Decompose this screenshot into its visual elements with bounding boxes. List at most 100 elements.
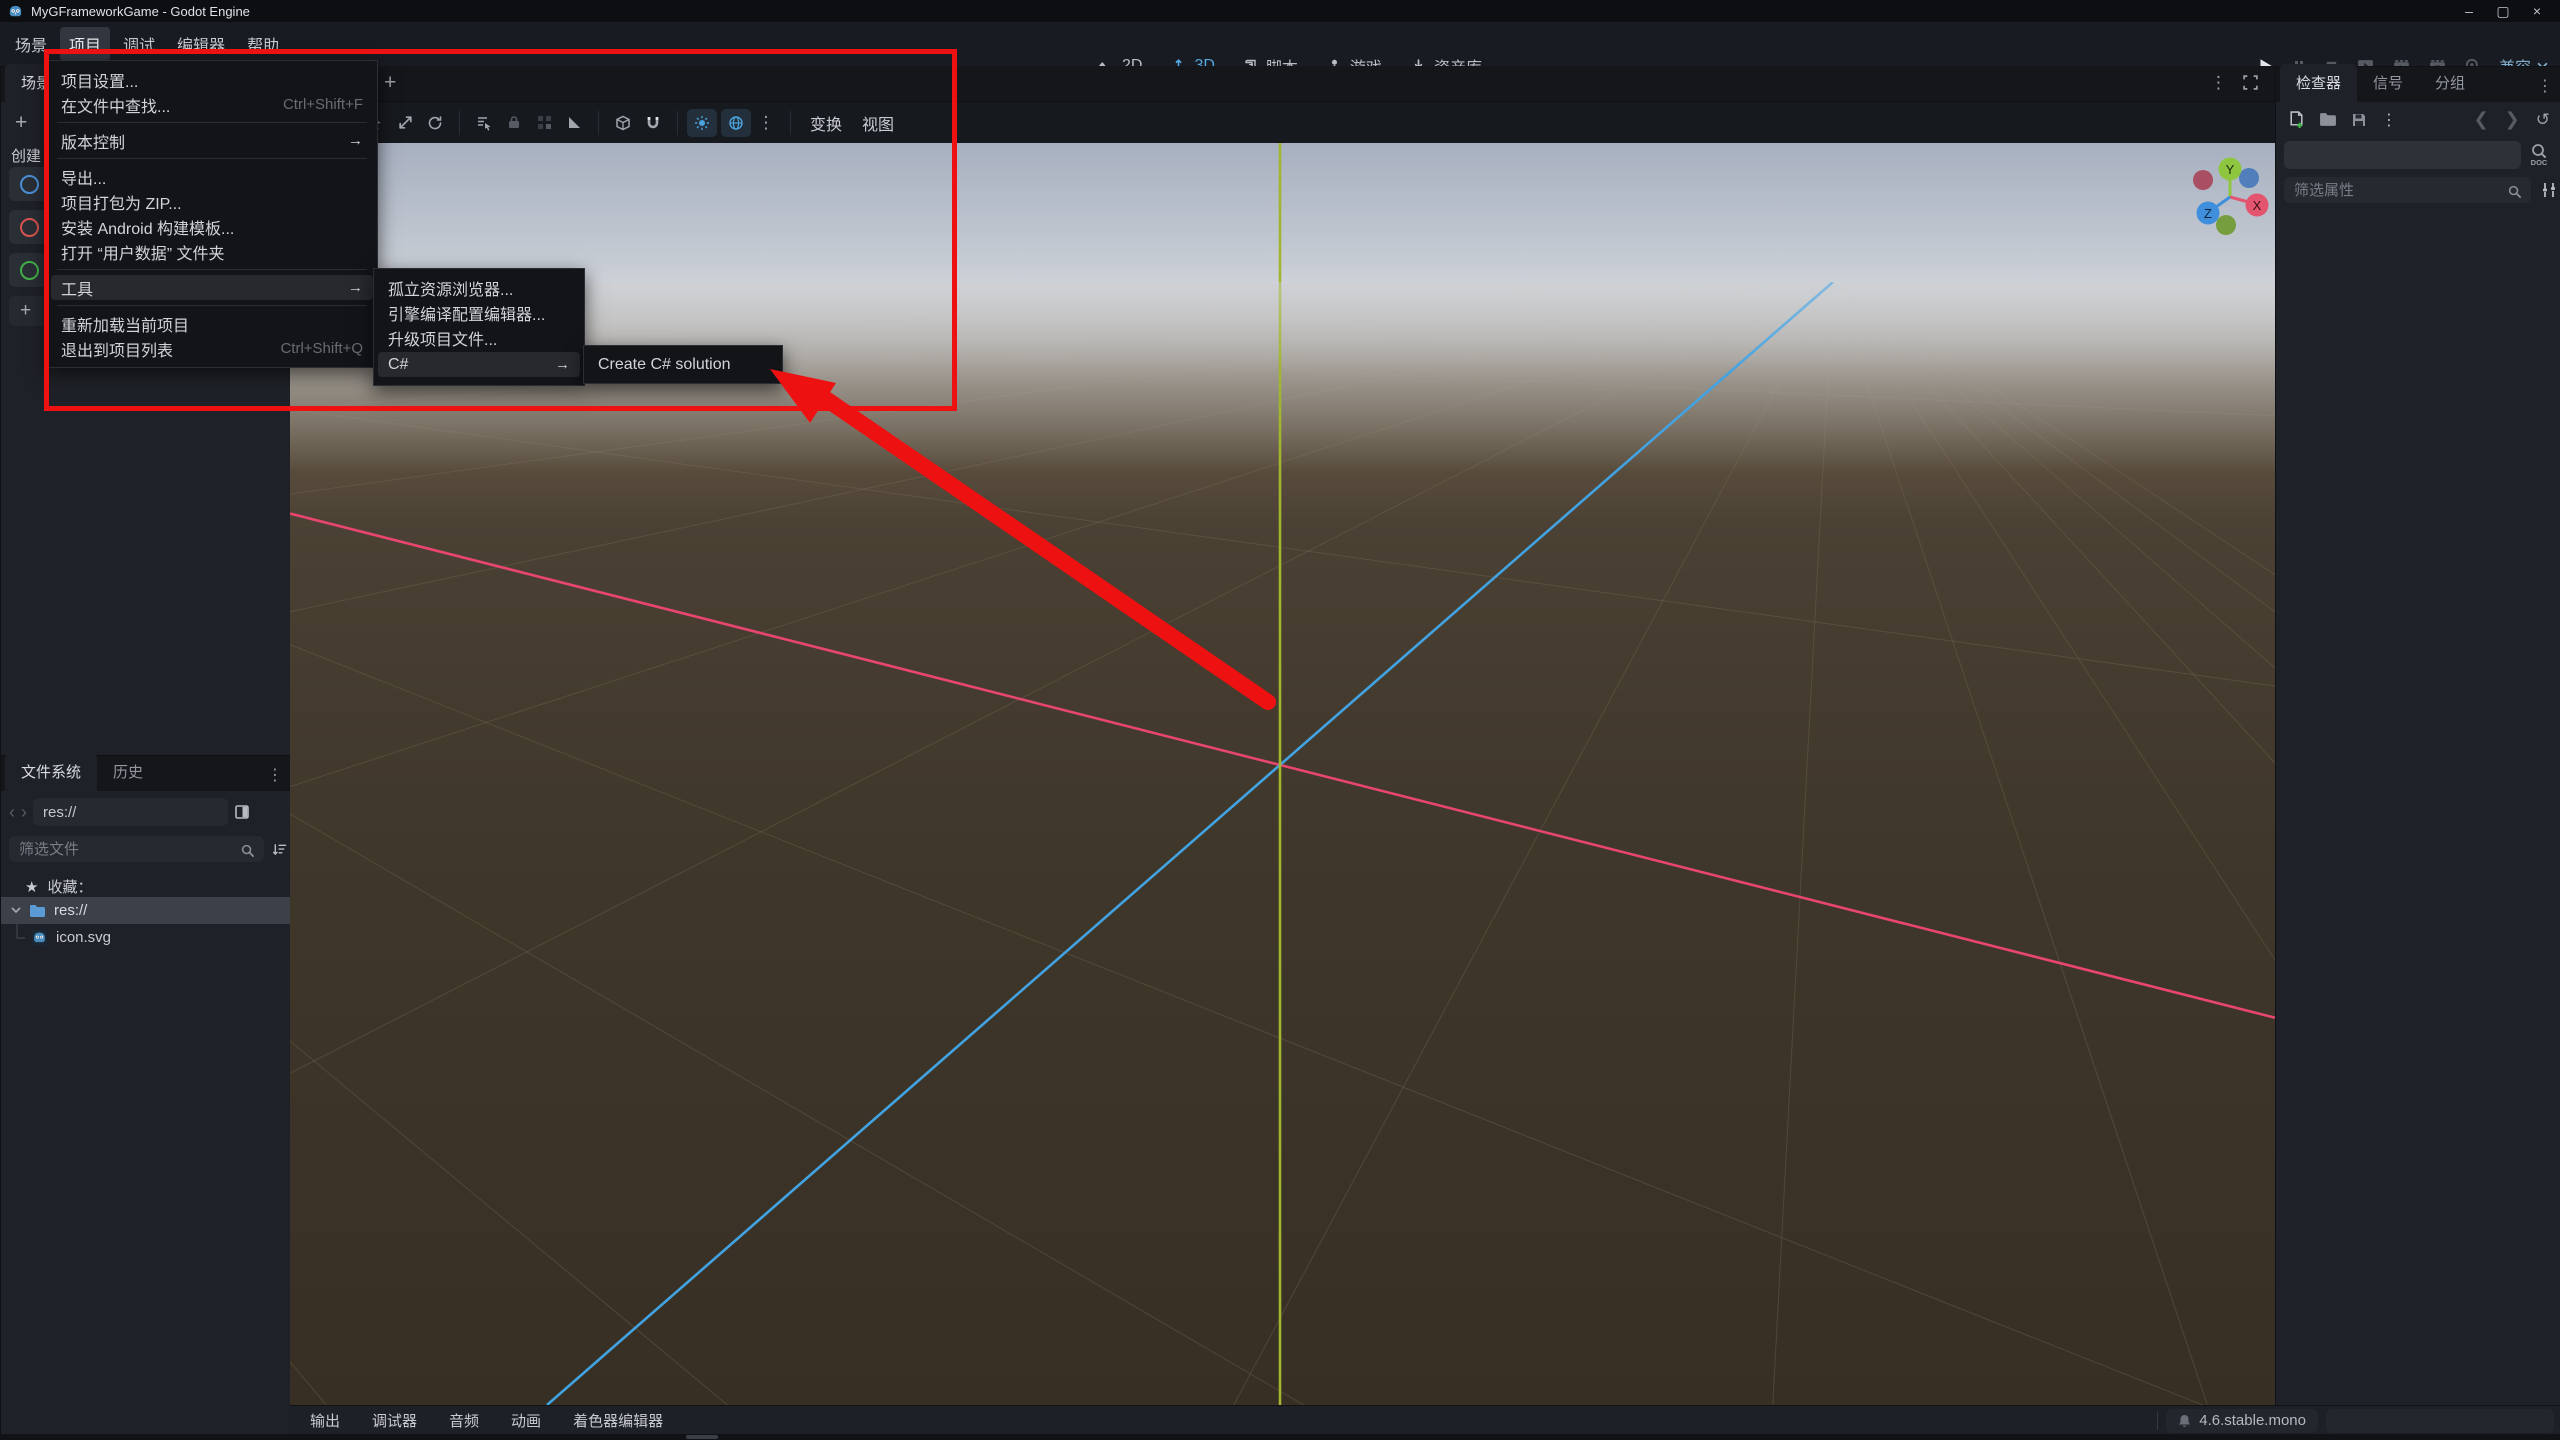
close-button[interactable]: × [2520,3,2554,20]
tab-filesystem[interactable]: 文件系统 [5,753,98,791]
submenu-arrow-icon: → [348,279,363,296]
filter-files-input[interactable] [9,836,264,862]
axis-gizmo[interactable]: Y X Z [2188,155,2272,239]
menubar-item[interactable]: 编辑器 [168,27,234,61]
project-menu-item[interactable]: 项目设置... [47,67,377,92]
save-icon[interactable] [2351,112,2367,128]
forward-icon[interactable]: › [21,802,27,823]
project-menu-item[interactable]: 导出... [47,164,377,189]
distraction-free-icon[interactable] [2242,74,2259,96]
project-menu-item[interactable]: 安装 Android 构建模板... [47,214,377,239]
tree-line [16,924,25,939]
version-button[interactable]: 4.6.stable.mono [2166,1408,2318,1433]
maximize-button[interactable]: ▢ [2486,3,2520,20]
bottom-panel-button[interactable]: 动画 [499,1405,553,1436]
filesystem-dock: 文件系统 历史 ⋮ ‹ › ★ 收藏： res:// [0,753,292,1440]
bottom-panel-button[interactable]: 调试器 [360,1405,429,1436]
tools-submenu-item[interactable]: 升级项目文件... [374,325,584,350]
2d-scene-icon [20,174,39,194]
version-label: 4.6.stable.mono [2199,1412,2306,1429]
godot-file-icon [31,929,48,946]
list-select-icon[interactable] [469,109,499,137]
tree-row-iconsvg[interactable]: icon.svg [1,924,291,951]
filesystem-filter-row [9,836,287,862]
tab-groups[interactable]: 分组 [2419,64,2481,102]
tools-submenu-item[interactable]: 引擎编译配置编辑器... [374,300,584,325]
project-menu-item[interactable]: 工具 → [51,275,373,300]
snap-object-icon[interactable] [608,109,638,137]
project-menu-item[interactable]: 项目打包为 ZIP... [47,189,377,214]
sun-env-menu-icon[interactable]: ⋮ [751,109,781,137]
new-scene-tab-icon[interactable]: + [384,71,396,95]
inspector-menu-icon[interactable]: ⋮ [2537,76,2553,102]
path-input[interactable] [33,798,228,826]
tab-signals[interactable]: 信号 [2357,64,2419,102]
search-icon [2508,185,2522,199]
load-resource-icon[interactable] [2319,112,2337,127]
favorites-row: ★ 收藏： [25,876,92,897]
viewport-3d[interactable]: Y X Z [290,143,2275,1405]
move-mode-icon[interactable] [390,109,420,137]
sort-icon[interactable] [272,842,288,857]
preview-sunlight-icon[interactable] [687,108,717,137]
gizmo-y-label: Y [2226,162,2235,177]
view-menu[interactable]: 视图 [852,107,904,139]
bottom-panel-button[interactable]: 着色器编辑器 [561,1405,675,1436]
3d-scene-icon [20,217,39,237]
submenu-arrow-icon: → [555,356,570,373]
inspector-dock: 检查器 信号 分组 ⋮ ⋮ ❮ ❯ ↺ DOC [2275,64,2560,1407]
project-menu-item[interactable]: 在文件中查找... Ctrl+Shift+F [47,92,377,117]
project-menu-item[interactable]: 版本控制 → [47,128,377,153]
plus-icon: + [20,300,32,321]
add-node-icon[interactable]: + [15,111,27,135]
main-menubar: 场景项目调试编辑器帮助 2D 3D 脚本 游戏 资产库 [0,22,2560,77]
filter-properties-input[interactable] [2284,177,2531,203]
create-root-label: 创建 [11,148,42,165]
resource-menu-icon[interactable]: ⋮ [2381,110,2397,130]
bottom-panel-button[interactable]: 音频 [437,1405,491,1436]
project-menu-item[interactable]: 退出到项目列表 Ctrl+Shift+Q [47,336,377,361]
ruler-mode-icon[interactable] [559,109,589,137]
inspector-dock-tabs: 检查器 信号 分组 ⋮ [2276,64,2560,102]
bottom-panel-button[interactable]: 输出 [298,1405,352,1436]
filesystem-menu-icon[interactable]: ⋮ [267,765,283,791]
lock-icon[interactable] [499,109,529,137]
scene-tabs-menu-icon[interactable]: ⋮ [2210,73,2227,93]
tools-submenu-item[interactable]: C# → [378,352,580,377]
tree-row-res[interactable]: res:// [1,897,291,924]
menubar-item[interactable]: 场景 [6,27,56,61]
back-icon[interactable]: ‹ [9,802,15,823]
folder-icon [30,904,45,917]
preview-environment-icon[interactable] [721,108,751,137]
new-resource-icon[interactable] [2288,110,2305,129]
star-icon: ★ [25,878,39,896]
scene-tab-strip: + ⋮ [290,66,2275,102]
doc-search-icon[interactable]: DOC [2528,143,2550,172]
object-name-bar [2284,141,2521,169]
extra-tools-icon[interactable] [2541,182,2557,198]
transform-menu[interactable]: 变换 [800,107,852,139]
filesystem-dock-tabs: 文件系统 历史 ⋮ [1,753,291,791]
object-history-icon[interactable]: ↺ [2536,110,2550,130]
group-icon[interactable] [529,109,559,137]
bottom-scrollbar-thumb[interactable] [686,1435,718,1439]
tab-inspector[interactable]: 检查器 [2280,64,2358,102]
menubar-item[interactable]: 项目 [60,27,111,61]
csharp-submenu-item[interactable]: Create C# solution [584,352,782,377]
menubar-item[interactable]: 调试 [114,27,164,61]
rotate-mode-icon[interactable] [420,109,450,137]
tree-item-label: res:// [54,902,88,919]
project-menu-item[interactable]: 打开 “用户数据” 文件夹 [47,239,377,264]
menubar-item[interactable]: 帮助 [238,27,288,61]
snap-magnet-icon[interactable] [638,109,668,137]
submenu-arrow-icon: → [348,132,363,149]
tools-submenu-item[interactable]: 孤立资源浏览器... [374,275,584,300]
history-forward-icon[interactable]: ❯ [2505,109,2520,130]
tab-history[interactable]: 历史 [97,753,159,791]
csharp-submenu: Create C# solution [583,345,783,384]
project-menu-item[interactable]: 重新加载当前项目 [47,311,377,336]
split-view-icon[interactable] [234,804,250,820]
bottom-strip [0,1434,2560,1440]
history-back-icon[interactable]: ❮ [2474,109,2489,130]
minimize-button[interactable]: – [2452,3,2486,20]
